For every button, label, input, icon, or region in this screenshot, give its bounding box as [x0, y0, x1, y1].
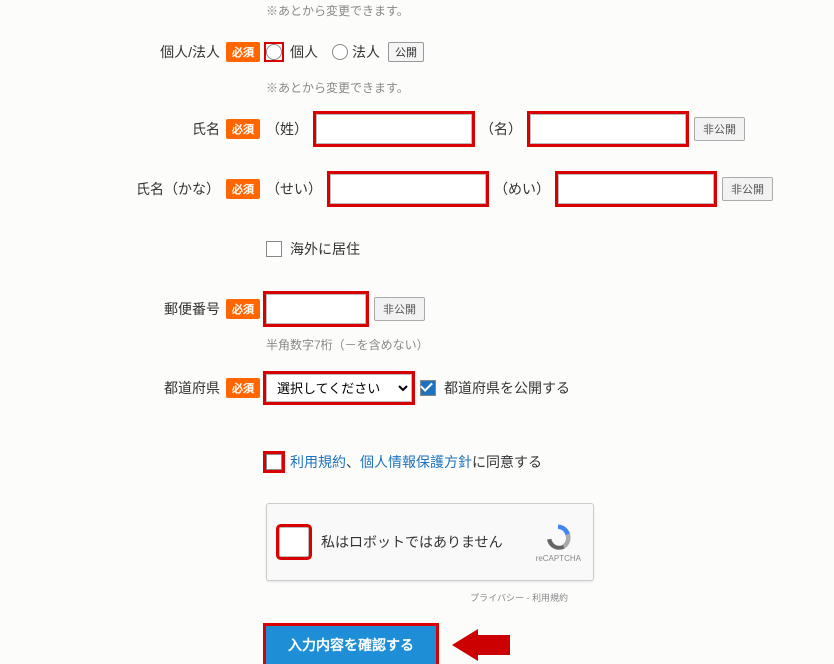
postal-label: 郵便番号	[164, 299, 220, 319]
kana-private-button[interactable]: 非公開	[722, 177, 773, 201]
given-name-input[interactable]	[530, 114, 686, 144]
terms-link[interactable]: 利用規約	[290, 454, 346, 470]
radio-personal[interactable]	[266, 44, 282, 60]
sei-label: （姓）	[266, 119, 308, 139]
agree-checkbox[interactable]	[266, 454, 282, 470]
recaptcha-logo: reCAPTCHA	[536, 522, 581, 563]
postal-hint: 半角数字7桁（－を含めない）	[266, 336, 834, 353]
prefecture-select[interactable]: 選択してください	[266, 374, 412, 402]
confirm-submit-button[interactable]: 入力内容を確認する	[266, 626, 436, 664]
name-label: 氏名	[192, 119, 220, 139]
note-change-later: ※あとから変更できます。	[266, 2, 834, 19]
radio-corporate[interactable]: 法人	[332, 42, 380, 62]
entity-label: 個人/法人	[160, 42, 220, 62]
recaptcha-checkbox[interactable]	[279, 527, 309, 557]
postal-code-input[interactable]	[266, 294, 366, 324]
required-badge: 必須	[226, 299, 260, 319]
sei-kana-label: （せい）	[266, 179, 322, 199]
privacy-link[interactable]: 個人情報保護方針	[360, 454, 472, 470]
recaptcha-widget[interactable]: 私はロボットではありません reCAPTCHA	[266, 503, 594, 581]
radio-icon	[332, 44, 348, 60]
recaptcha-icon	[540, 522, 576, 552]
name-kana-label: 氏名（かな）	[136, 179, 220, 199]
overseas-label: 海外に居住	[290, 239, 360, 259]
required-badge: 必須	[226, 119, 260, 139]
prefecture-publish-label: 都道府県を公開する	[444, 378, 570, 398]
recaptcha-label: 私はロボットではありません	[321, 532, 536, 552]
arrow-icon	[452, 629, 510, 661]
name-private-button[interactable]: 非公開	[694, 117, 745, 141]
postal-private-button[interactable]: 非公開	[374, 297, 425, 321]
required-badge: 必須	[226, 179, 260, 199]
radio-icon	[266, 44, 282, 60]
radio-corp-label: 法人	[352, 42, 380, 62]
required-badge: 必須	[226, 378, 260, 398]
prefecture-label: 都道府県	[164, 378, 220, 398]
agree-text: 利用規約、個人情報保護方針に同意する	[290, 452, 542, 472]
required-badge: 必須	[226, 42, 260, 62]
radio-personal-label: 個人	[290, 42, 318, 62]
mei-label: （名）	[480, 119, 522, 139]
surname-kana-input[interactable]	[330, 174, 486, 204]
entity-public-button[interactable]: 公開	[388, 42, 424, 62]
mei-kana-label: （めい）	[494, 179, 550, 199]
prefecture-publish-checkbox[interactable]	[420, 380, 436, 396]
surname-input[interactable]	[316, 114, 472, 144]
recaptcha-links: プライバシー - 利用規約	[266, 591, 568, 604]
given-name-kana-input[interactable]	[558, 174, 714, 204]
overseas-checkbox[interactable]	[266, 241, 282, 257]
note-change-later-2: ※あとから変更できます。	[266, 79, 834, 96]
